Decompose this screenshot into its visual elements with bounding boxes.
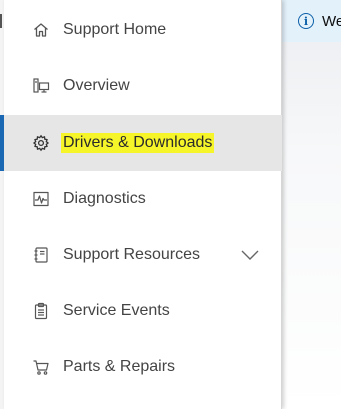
support-nav-menu: Support Home Overview Drivers & Download… <box>0 0 282 409</box>
menu-item-support-resources[interactable]: Support Resources <box>4 227 282 283</box>
computer-icon <box>32 77 50 95</box>
background-content <box>282 42 341 409</box>
gear-icon <box>32 134 50 152</box>
menu-item-support-home[interactable]: Support Home <box>4 2 282 58</box>
info-icon: i <box>298 13 314 29</box>
menu-item-overview[interactable]: Overview <box>4 58 282 114</box>
menu-item-parts-repairs[interactable]: Parts & Repairs <box>4 339 282 395</box>
chevron-down-icon[interactable] <box>240 248 260 262</box>
menu-item-label: Service Events <box>63 302 170 319</box>
menu-item-label: Parts & Repairs <box>63 358 176 375</box>
menu-item-diagnostics[interactable]: Diagnostics <box>4 171 282 227</box>
menu-item-label: Diagnostics <box>63 190 146 207</box>
menu-item-label: Drivers & Downloads <box>61 133 215 153</box>
info-banner-text: We <box>322 12 341 30</box>
home-icon <box>32 21 50 39</box>
clipboard-icon <box>32 302 50 320</box>
book-icon <box>32 246 50 264</box>
cart-icon <box>32 358 50 376</box>
edge-mark <box>0 14 2 28</box>
active-indicator <box>0 115 4 171</box>
menu-item-label: Support Resources <box>63 246 200 263</box>
info-banner: i We <box>282 0 341 42</box>
menu-item-drivers-downloads[interactable]: Drivers & Downloads <box>0 115 282 171</box>
menu-item-label: Overview <box>63 77 130 94</box>
pulse-icon <box>32 190 50 208</box>
menu-item-label: Support Home <box>63 21 167 38</box>
menu-item-service-events[interactable]: Service Events <box>4 283 282 339</box>
